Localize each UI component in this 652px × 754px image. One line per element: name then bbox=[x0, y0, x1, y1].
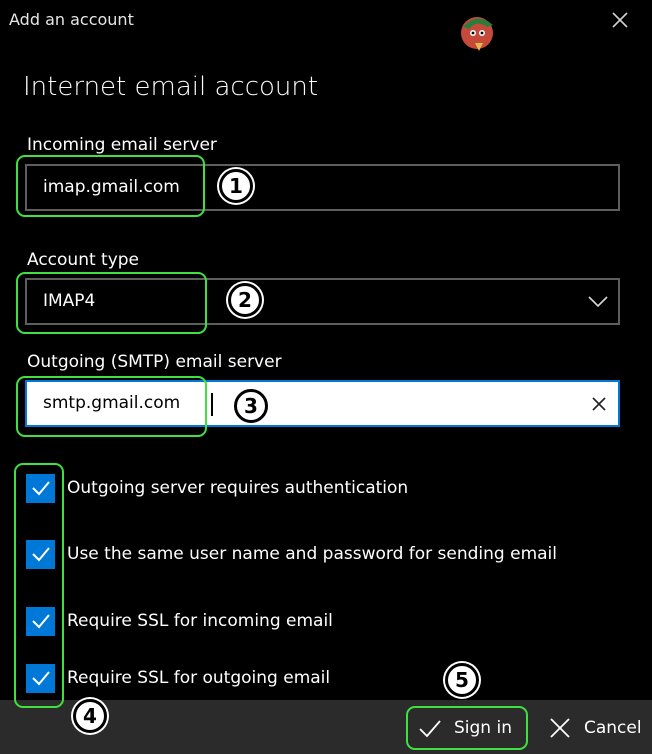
close-icon bbox=[550, 718, 570, 738]
option-label: Require SSL for incoming email bbox=[67, 611, 333, 631]
page-title: Internet email account bbox=[23, 72, 319, 102]
highlight-incoming-server bbox=[16, 155, 205, 217]
text-caret bbox=[211, 393, 213, 416]
option-outgoing-auth[interactable]: Outgoing server requires authentication bbox=[26, 472, 408, 504]
window-title: Add an account bbox=[9, 10, 134, 29]
option-label: Use the same user name and password for … bbox=[67, 544, 557, 564]
step-badge-1: 1 bbox=[219, 169, 253, 203]
highlight-sign-in bbox=[406, 706, 528, 750]
option-same-credentials[interactable]: Use the same user name and password for … bbox=[26, 538, 557, 570]
incoming-server-label: Incoming email server bbox=[27, 135, 217, 155]
step-badge-3: 3 bbox=[234, 389, 268, 423]
option-label: Outgoing server requires authentication bbox=[67, 478, 409, 498]
option-label: Require SSL for outgoing email bbox=[67, 668, 331, 688]
cancel-label: Cancel bbox=[584, 718, 642, 738]
cancel-button[interactable]: Cancel bbox=[548, 716, 642, 740]
chevron-down-icon bbox=[588, 296, 608, 308]
option-ssl-outgoing[interactable]: Require SSL for outgoing email bbox=[26, 662, 330, 694]
step-badge-4: 4 bbox=[73, 699, 107, 733]
option-ssl-incoming[interactable]: Require SSL for incoming email bbox=[26, 605, 333, 637]
highlight-outgoing-server bbox=[16, 376, 207, 437]
account-type-label: Account type bbox=[27, 250, 140, 270]
highlight-checkboxes bbox=[14, 463, 64, 708]
step-badge-2: 2 bbox=[228, 283, 262, 317]
clear-icon[interactable] bbox=[591, 396, 607, 412]
close-button[interactable] bbox=[606, 6, 634, 34]
step-badge-5: 5 bbox=[445, 663, 479, 697]
highlight-account-type bbox=[16, 272, 207, 334]
close-icon bbox=[612, 12, 628, 28]
watermark-logo-icon bbox=[453, 5, 499, 55]
outgoing-server-label: Outgoing (SMTP) email server bbox=[27, 352, 282, 372]
